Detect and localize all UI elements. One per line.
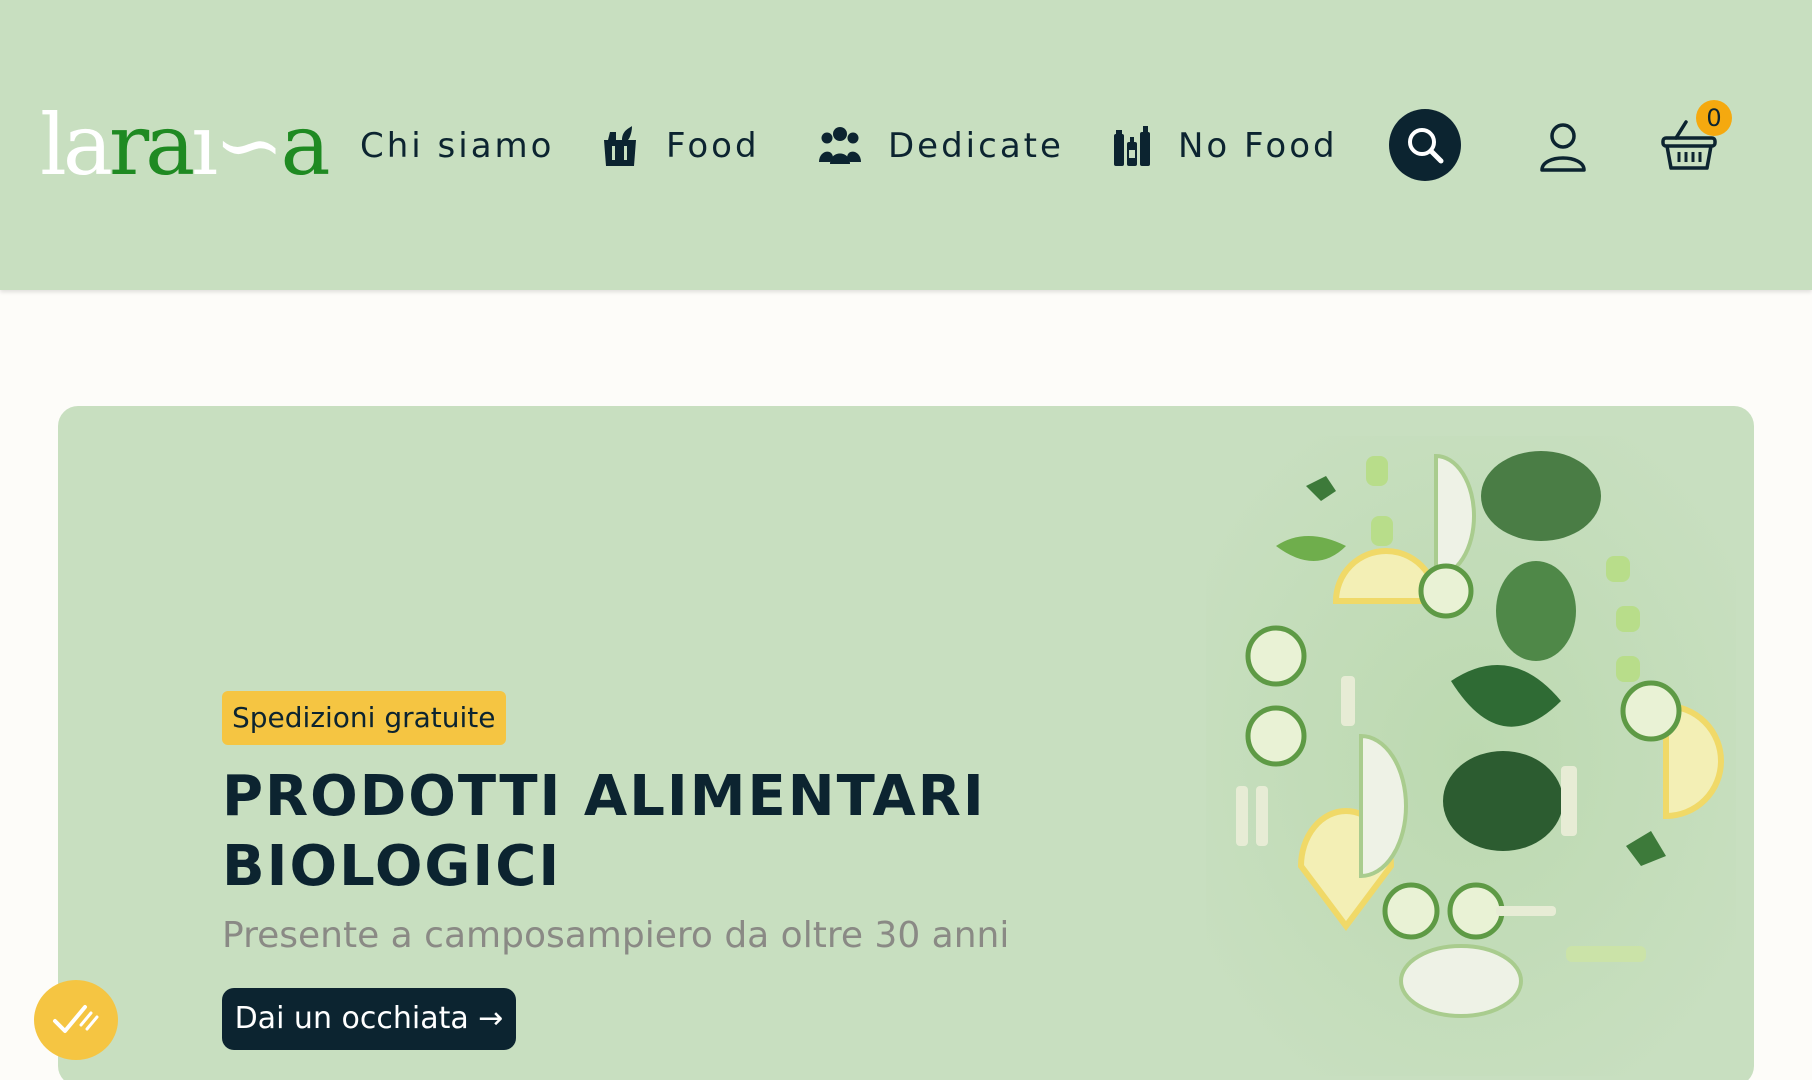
nav-item-label: Dedicate [888,126,1064,166]
nav-item-chi-siamo[interactable]: Chi siamo [360,118,554,174]
user-icon [1540,123,1586,172]
browse-button[interactable]: Dai un occhiata → [222,988,516,1050]
hero-subtitle: Presente a camposampiero da oltre 30 ann… [222,915,1010,956]
cart-count-badge: 0 [1696,100,1732,136]
site-logo[interactable]: laraı∽a [40,100,331,190]
site-header: laraı∽a Chi siamo Food Dedicate No Food … [0,0,1812,290]
hero-title: PRODOTTI ALIMENTARI BIOLOGICI [222,764,986,899]
group-people-icon [819,127,861,164]
search-icon [1408,128,1444,164]
grocery-bag-icon [604,126,636,166]
nav-item-no-food[interactable]: No Food [1112,118,1338,174]
account-button[interactable] [1536,120,1590,174]
nav-item-food[interactable]: Food [600,118,760,174]
search-button[interactable] [1389,109,1461,181]
hero-banner: Spedizioni gratuite PRODOTTI ALIMENTARI … [58,406,1754,1080]
vegetables-image [1206,436,1736,1076]
nav-item-label: Chi siamo [360,126,555,166]
accessibility-check-icon [53,1005,99,1033]
nav-item-label: No Food [1178,126,1338,166]
free-shipping-badge: Spedizioni gratuite [222,691,506,745]
accessibility-button[interactable] [34,980,118,1060]
nav-item-label: Food [666,126,760,166]
bottles-icon [1114,126,1150,166]
nav-item-dedicate[interactable]: Dedicate [818,118,1064,174]
